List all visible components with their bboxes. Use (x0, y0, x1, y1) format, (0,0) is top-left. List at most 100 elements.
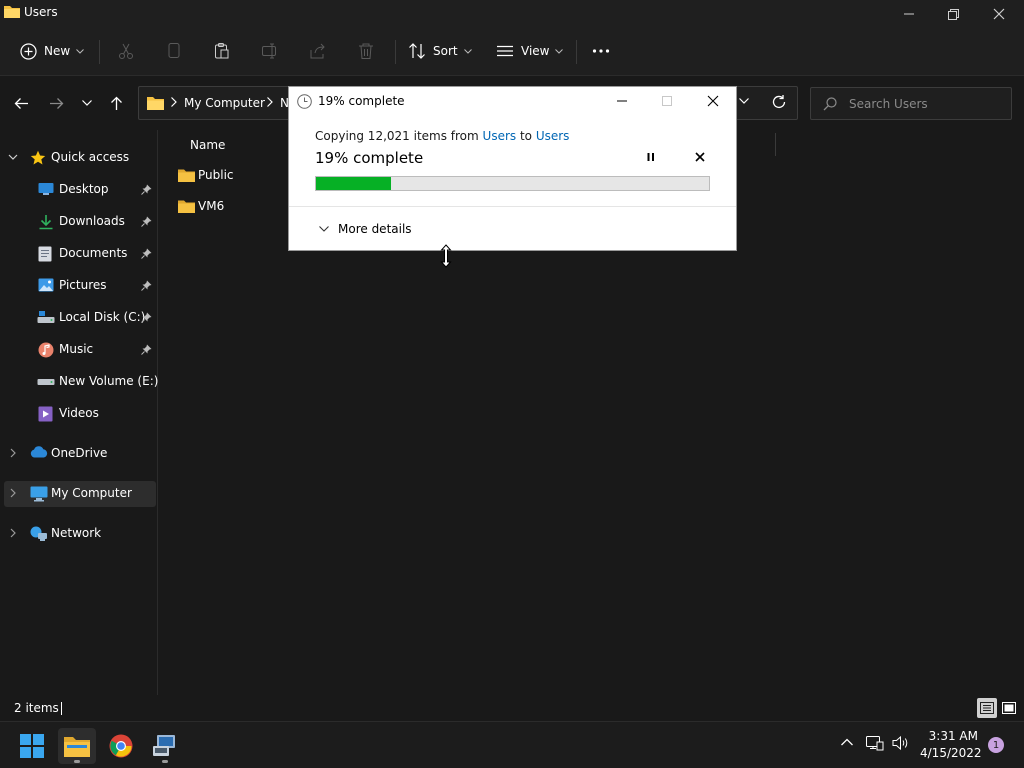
details-view-icon (980, 702, 994, 714)
star-icon (30, 150, 46, 166)
column-divider[interactable] (775, 133, 776, 156)
forward-button[interactable] (46, 93, 66, 113)
video-icon (38, 406, 53, 422)
chevron-right-icon (267, 97, 273, 107)
network-status-icon[interactable] (866, 735, 884, 751)
restore-button[interactable] (930, 0, 976, 28)
clock-time[interactable]: 3:31 AM (922, 729, 978, 743)
dialog-divider (289, 206, 736, 207)
volume-icon[interactable] (892, 735, 910, 751)
folder-icon (64, 735, 90, 757)
new-button[interactable]: New (20, 38, 85, 64)
copy-button[interactable] (165, 38, 183, 64)
sidebar-item-label: Desktop (59, 182, 109, 196)
breadcrumb-next[interactable]: N (280, 96, 289, 110)
drive-icon (37, 310, 55, 324)
status-bar: 2 items (0, 695, 1024, 721)
pause-icon[interactable] (646, 151, 656, 163)
column-header-name[interactable]: Name (190, 138, 225, 152)
taskbar-remote-app[interactable] (146, 728, 184, 764)
paste-button[interactable] (213, 38, 231, 64)
sidebar-item-label: Documents (59, 246, 128, 260)
see-more-button[interactable] (592, 38, 610, 64)
rename-button[interactable] (261, 38, 279, 64)
chevron-down-icon (463, 48, 472, 54)
sidebar-item-label: Downloads (59, 214, 125, 228)
taskbar-file-explorer[interactable] (58, 728, 96, 764)
search-box[interactable] (810, 87, 1012, 120)
copy-description: Copying 12,021 items from Users to Users (315, 129, 569, 143)
item-count: 2 items (14, 701, 59, 715)
pin-icon (141, 216, 152, 227)
title-bar: Users (0, 0, 1024, 28)
source-link[interactable]: Users (483, 129, 517, 143)
cancel-icon[interactable] (695, 151, 705, 163)
sidebar-item-downloads[interactable]: Downloads (0, 209, 156, 235)
new-label: New (44, 44, 71, 58)
sidebar-item-label: OneDrive (51, 446, 108, 460)
sidebar-item-my-computer[interactable]: My Computer (4, 481, 156, 507)
plus-circle-icon (20, 42, 37, 60)
sidebar-item-label: Quick access (51, 150, 130, 164)
sort-label: Sort (433, 44, 458, 58)
chevron-down-icon[interactable] (739, 98, 749, 104)
cut-button[interactable] (117, 38, 135, 64)
notification-badge[interactable]: 1 (988, 737, 1004, 753)
tiles-view-button[interactable] (999, 698, 1019, 718)
sidebar-item-desktop[interactable]: Desktop (0, 177, 156, 203)
view-button[interactable]: View (496, 38, 564, 64)
recent-locations-button[interactable] (77, 93, 97, 113)
sidebar-item-onedrive[interactable]: OneDrive (0, 441, 156, 467)
details-view-button[interactable] (977, 698, 997, 718)
folder-icon (147, 95, 164, 110)
percent-complete: 19% complete (315, 149, 424, 167)
chevron-down-icon (76, 48, 85, 54)
search-icon (823, 97, 837, 111)
sidebar-item-label: Pictures (59, 278, 107, 292)
sidebar-item-label: Videos (59, 406, 99, 420)
clock-date[interactable]: 4/15/2022 (920, 746, 982, 760)
more-details-button[interactable]: More details (319, 222, 412, 236)
chevron-right-icon[interactable] (8, 448, 18, 458)
destination-link[interactable]: Users (536, 129, 570, 143)
refresh-icon[interactable] (771, 94, 787, 110)
chevron-down-icon[interactable] (8, 152, 18, 162)
command-bar: New Sort View (0, 28, 1024, 76)
drive-icon (37, 374, 55, 388)
sidebar-item-label: New Volume (E:) (59, 374, 159, 388)
sidebar-item-music[interactable]: Music (0, 337, 156, 363)
chevron-up-icon[interactable] (840, 735, 854, 749)
view-label: View (521, 44, 550, 58)
more-details-label: More details (338, 222, 412, 236)
breadcrumb-my-computer[interactable]: My Computer (184, 96, 265, 110)
start-button[interactable] (13, 728, 51, 764)
sort-button[interactable]: Sort (408, 38, 472, 64)
sidebar-item-quick-access[interactable]: Quick access (0, 145, 156, 171)
dialog-maximize-button[interactable] (644, 87, 689, 115)
tiles-view-icon (1002, 702, 1016, 714)
taskbar-chrome[interactable] (102, 728, 140, 764)
pin-icon (141, 184, 152, 195)
chevron-down-icon (555, 48, 564, 54)
sidebar-item-local-disk[interactable]: Local Disk (C:) (0, 305, 156, 331)
sidebar-item-network[interactable]: Network (0, 521, 156, 547)
sidebar-item-videos[interactable]: Videos (0, 401, 156, 427)
sidebar-item-label: Network (51, 526, 102, 540)
chevron-right-icon[interactable] (8, 488, 18, 498)
dialog-close-button[interactable] (690, 87, 735, 115)
search-input[interactable] (849, 95, 999, 113)
close-button[interactable] (976, 0, 1022, 28)
minimize-button[interactable] (886, 0, 932, 28)
sidebar-item-pictures[interactable]: Pictures (0, 273, 156, 299)
dialog-minimize-button[interactable] (599, 87, 644, 115)
share-button[interactable] (309, 38, 327, 64)
sidebar-item-new-volume[interactable]: New Volume (E:) (0, 369, 159, 395)
delete-button[interactable] (357, 38, 375, 64)
back-button[interactable] (11, 93, 31, 113)
chevron-right-icon[interactable] (8, 528, 18, 538)
up-button[interactable] (106, 93, 126, 113)
trash-icon (357, 42, 375, 60)
sidebar-item-documents[interactable]: Documents (0, 241, 156, 267)
rename-icon (261, 42, 279, 60)
toolbar-divider (576, 40, 577, 64)
